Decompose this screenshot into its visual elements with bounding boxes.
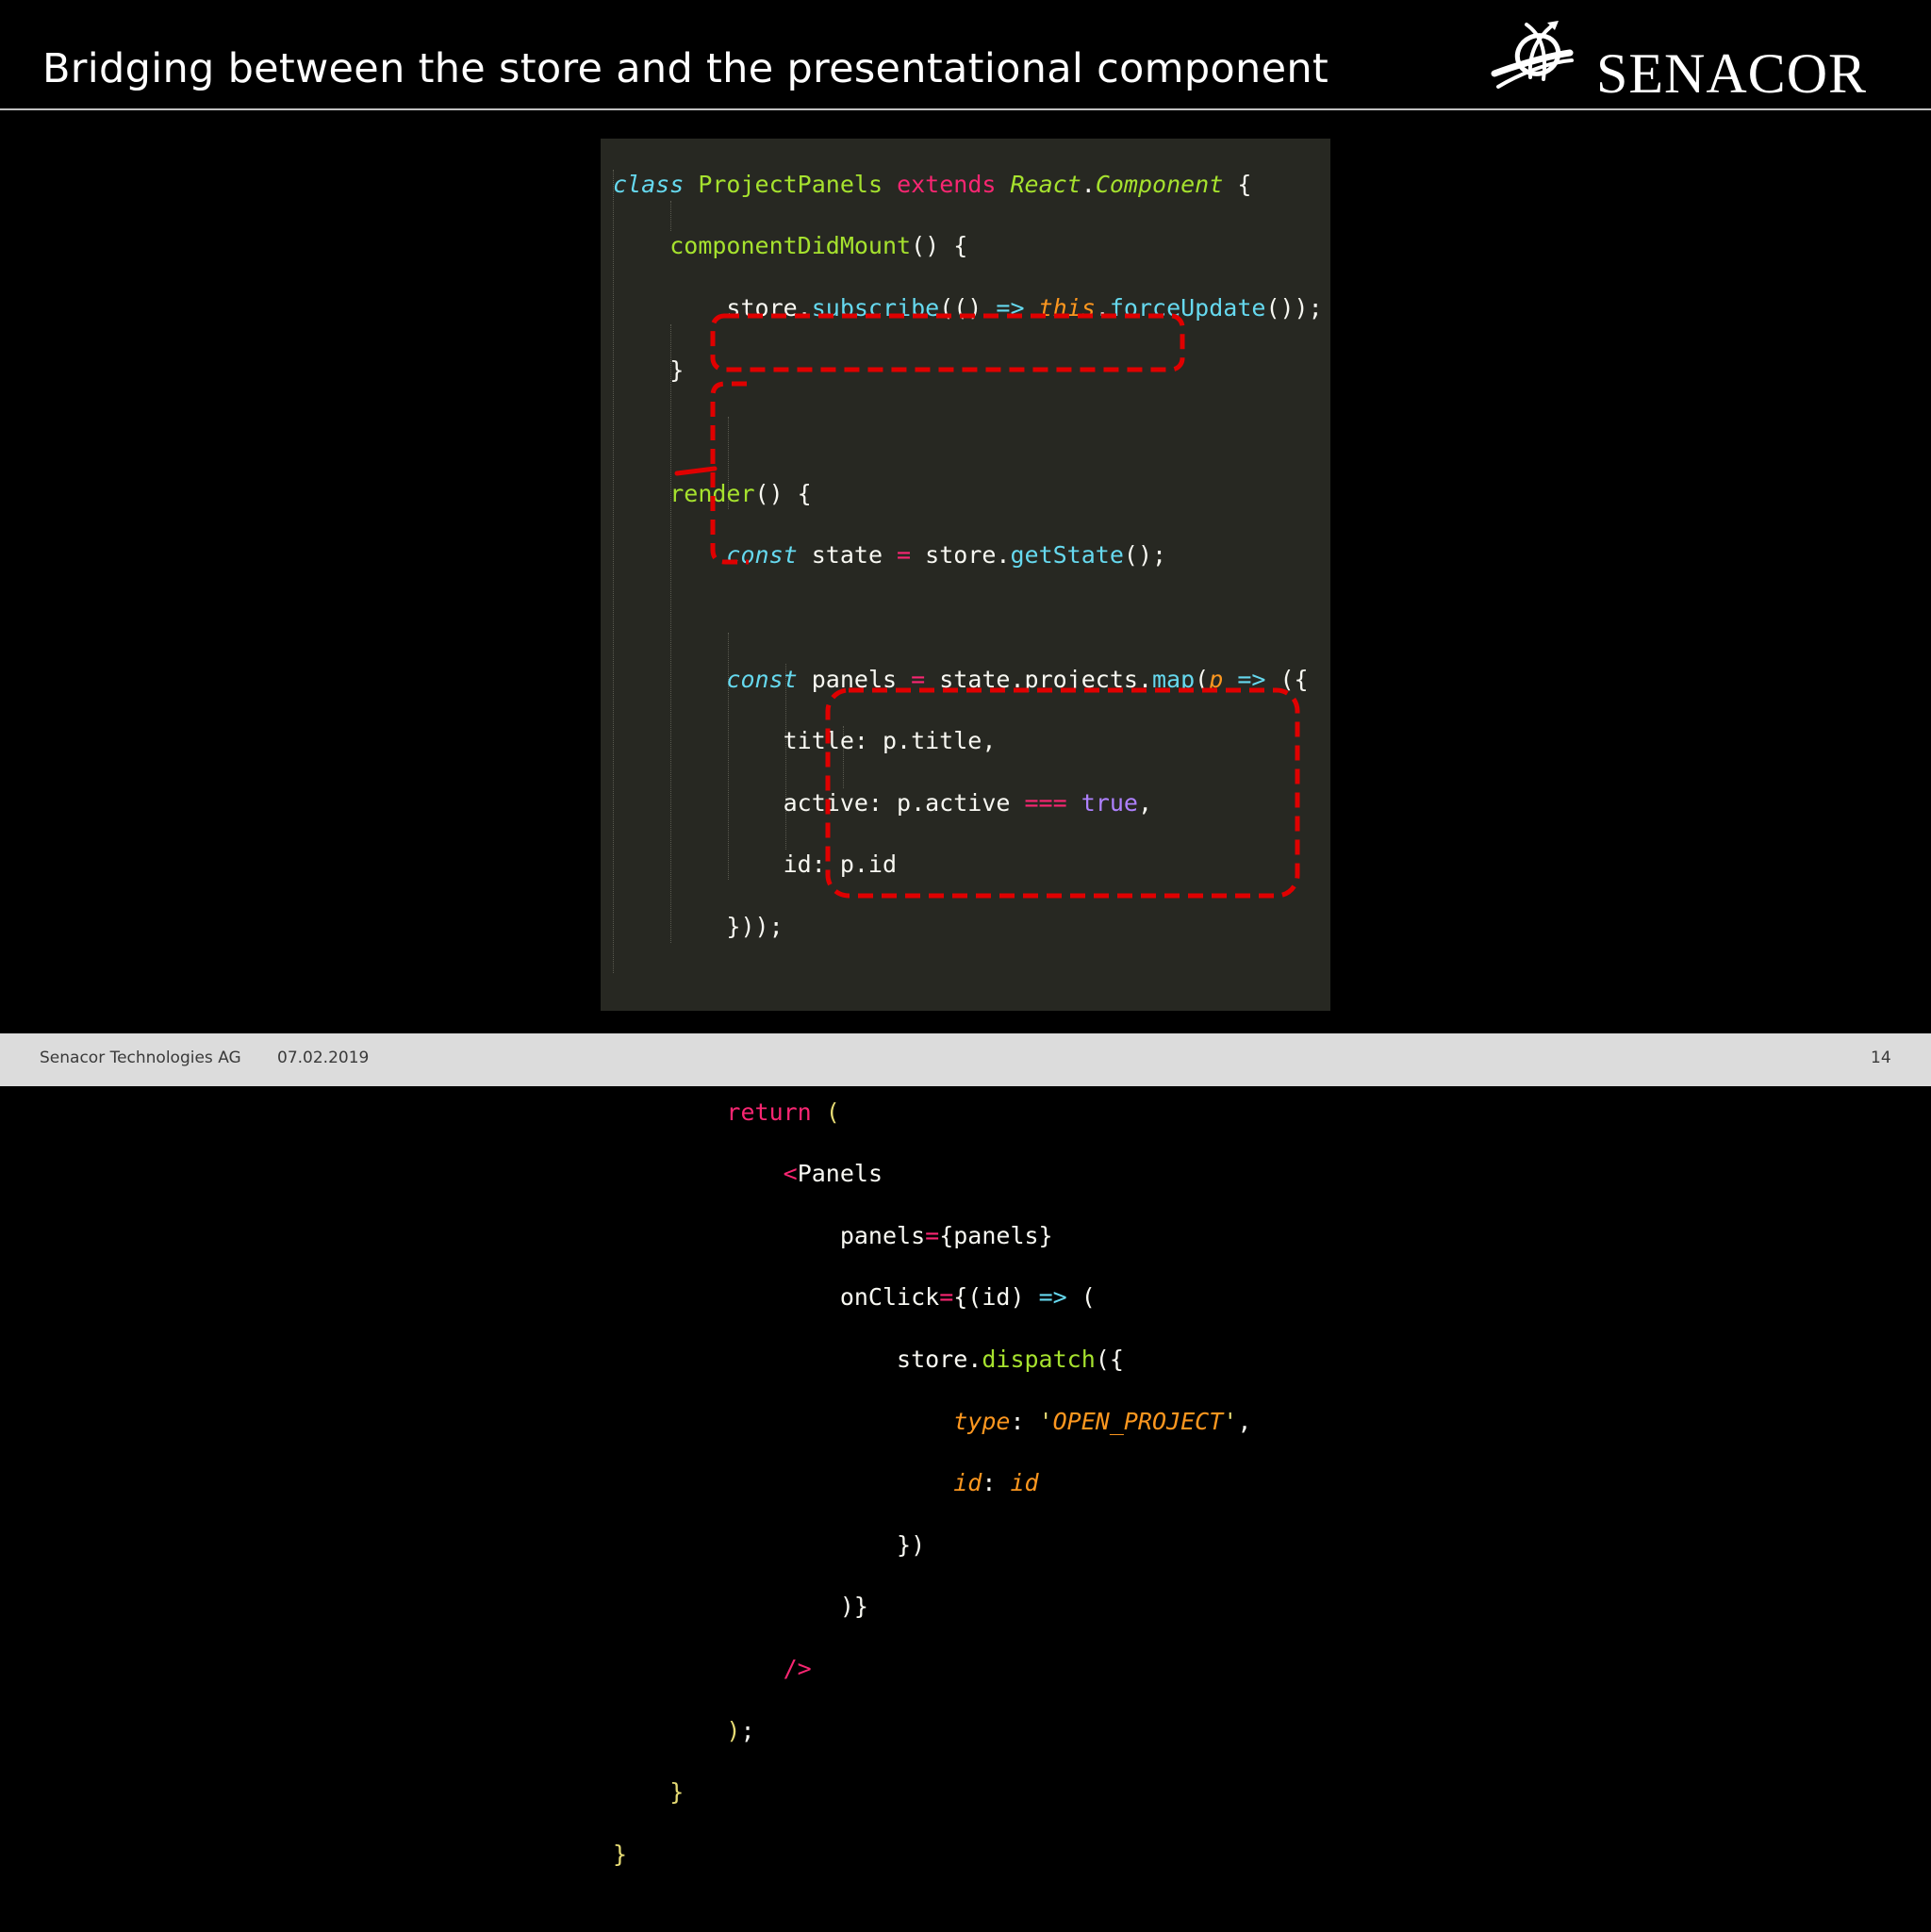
logo-wordmark: SENACOR [1596, 42, 1868, 105]
code-block: class ProjectPanels extends React.Compon… [613, 139, 1323, 1932]
code-panel: class ProjectPanels extends React.Compon… [601, 139, 1330, 1868]
code-line: const panels = state.projects.map(p => (… [726, 665, 1309, 693]
code-line: } [669, 1778, 685, 1807]
code-line: panels={panels} [613, 1221, 1053, 1249]
footer-company: Senacor Technologies AG [40, 1049, 241, 1067]
code-line: } [613, 1840, 628, 1868]
code-line: store.dispatch({ [613, 1346, 1124, 1374]
code-line: } [613, 355, 685, 384]
code-line: )} [613, 1593, 868, 1621]
code-line: type: 'OPEN_PROJECT', [953, 1407, 1252, 1435]
code-line: }) [613, 1530, 926, 1559]
slide-title: Bridging between the store and the prese… [42, 45, 1329, 92]
code-line: render() { [669, 479, 812, 507]
code-line: class ProjectPanels extends React.Compon… [613, 170, 1252, 198]
code-line: <Panels [783, 1160, 883, 1188]
code-line: onClick={(id) => ( [613, 1283, 1096, 1312]
senacor-swirl-icon [1491, 21, 1574, 89]
code-line: title: p.title, [613, 727, 997, 755]
title-divider [0, 108, 1931, 110]
code-line: id: id [953, 1469, 1039, 1497]
code-line: active: p.active === true, [613, 788, 1152, 817]
code-line: /> [783, 1655, 812, 1683]
page-number: 14 [1871, 1049, 1891, 1067]
code-line: id: p.id [613, 850, 898, 879]
code-line: ); [726, 1716, 755, 1744]
code-line: })); [613, 912, 784, 940]
code-line: store.subscribe(() => this.forceUpdate()… [613, 293, 1323, 322]
code-line: return ( [726, 1098, 840, 1126]
code-line: const state = store.getState(); [726, 541, 1167, 570]
code-line: componentDidMount() { [669, 232, 968, 260]
footer-date: 07.02.2019 [277, 1049, 370, 1067]
senacor-logo: SENACOR [1485, 21, 1900, 102]
